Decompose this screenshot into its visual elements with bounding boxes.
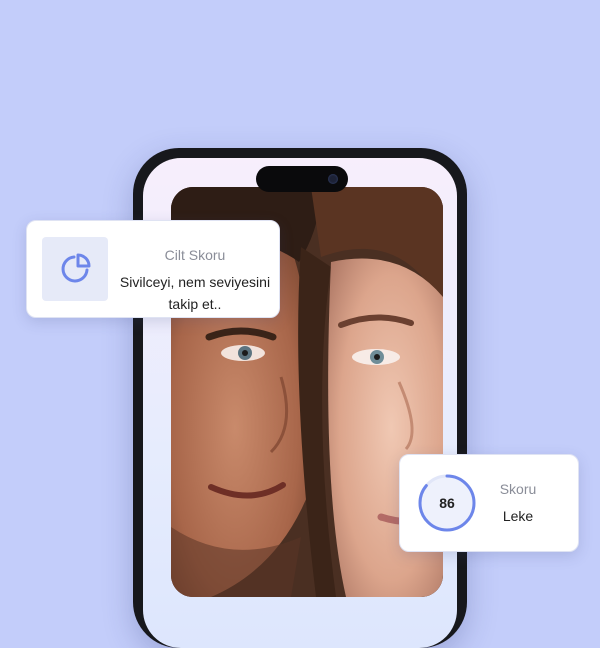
skin-score-icon-tile (42, 237, 108, 301)
score-title: Skoru (499, 481, 537, 497)
dynamic-island (256, 166, 348, 192)
score-subtitle: Leke (502, 508, 534, 524)
spot-score-card[interactable]: 86 Skoru Leke (399, 454, 579, 552)
skin-score-card[interactable]: Cilt Skoru Sivilceyi, nem seviyesini tak… (26, 220, 280, 318)
front-camera-icon (328, 174, 338, 184)
pie-chart-icon (61, 253, 91, 283)
skin-score-description: Sivilceyi, nem seviyesini takip et.. (119, 274, 271, 312)
skin-score-title: Cilt Skoru (164, 247, 226, 263)
score-value: 86 (439, 495, 455, 511)
